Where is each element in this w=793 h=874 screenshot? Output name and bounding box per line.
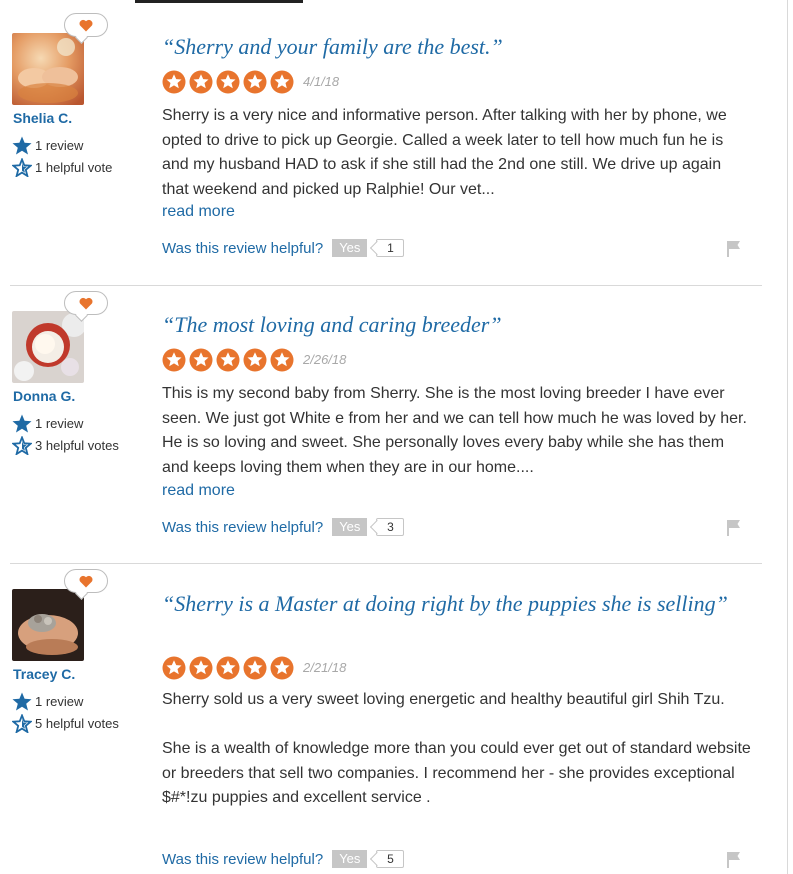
star-outline-icon xyxy=(12,158,32,177)
star-icon xyxy=(12,692,32,711)
review-count: 1 review xyxy=(12,414,83,433)
rating-star-icon xyxy=(216,70,240,99)
helpful-prompt: Was this review helpful? xyxy=(162,850,324,868)
helpful-row: Was this review helpful? Yes 5 xyxy=(162,850,405,868)
helpful-vote-label: 5 helpful votes xyxy=(35,716,119,731)
scroll-edge xyxy=(787,0,788,874)
review-card: Donna G. 1 review 3 helpful votes “The m… xyxy=(10,286,762,564)
review-card: Shelia C. 1 review 1 helpful vote “Sherr… xyxy=(10,0,762,286)
heart-icon xyxy=(79,297,93,309)
review-count-label: 1 review xyxy=(35,416,84,431)
avatar-container[interactable] xyxy=(12,13,108,105)
star-icon xyxy=(12,136,32,155)
review-paragraph: Sherry sold us a very sweet loving energ… xyxy=(162,691,725,708)
rating-star-icon xyxy=(270,70,294,99)
review-paragraph: Sherry is a very nice and informative pe… xyxy=(162,107,727,198)
review-date: 2/26/18 xyxy=(303,352,347,367)
star-outline-icon xyxy=(12,436,32,455)
helpful-vote-count: 1 helpful vote xyxy=(12,158,112,177)
flag-icon[interactable] xyxy=(726,519,743,541)
helpful-count: 1 xyxy=(376,239,405,257)
helpful-vote-label: 1 helpful vote xyxy=(35,160,113,175)
review-title[interactable]: “Sherry and your family are the best.” xyxy=(162,32,752,61)
avatar[interactable] xyxy=(12,589,84,661)
reviewer-name[interactable]: Tracey C. xyxy=(13,666,75,682)
review-card: Tracey C. 1 review 5 helpful votes “Sher… xyxy=(10,564,762,874)
rating-star-icon xyxy=(270,656,294,685)
rating-star-icon xyxy=(189,70,213,99)
helpful-count: 5 xyxy=(376,850,405,868)
heart-icon xyxy=(79,575,93,587)
avatar[interactable] xyxy=(12,311,84,383)
read-more-link[interactable]: read more xyxy=(162,482,235,500)
helpful-prompt: Was this review helpful? xyxy=(162,239,324,257)
rating-star-icon xyxy=(243,656,267,685)
rating-star-icon xyxy=(270,348,294,377)
rating-star-icon xyxy=(162,656,186,685)
review-title[interactable]: “The most loving and caring breeder” xyxy=(162,310,752,339)
helpful-count-value: 1 xyxy=(387,241,394,255)
avatar[interactable] xyxy=(12,33,84,105)
helpful-vote-count: 5 helpful votes xyxy=(12,714,119,733)
star-rating xyxy=(162,348,294,377)
avatar-container[interactable] xyxy=(12,291,108,383)
rating-star-icon xyxy=(162,348,186,377)
star-icon xyxy=(12,414,32,433)
rating-star-icon xyxy=(216,348,240,377)
star-rating xyxy=(162,656,294,685)
review-paragraph: This is my second baby from Sherry. She … xyxy=(162,385,747,476)
reviewer-name[interactable]: Donna G. xyxy=(13,388,75,404)
review-count-label: 1 review xyxy=(35,694,84,709)
yes-button[interactable]: Yes xyxy=(332,518,368,536)
helpful-count-value: 3 xyxy=(387,520,394,534)
review-paragraph: She is a wealth of knowledge more than y… xyxy=(162,740,751,806)
review-count: 1 review xyxy=(12,136,83,155)
helpful-vote-count: 3 helpful votes xyxy=(12,436,119,455)
yes-button[interactable]: Yes xyxy=(332,239,368,257)
star-rating xyxy=(162,70,294,99)
review-body: This is my second baby from Sherry. She … xyxy=(162,382,752,480)
rating-star-icon xyxy=(189,348,213,377)
compliment-bubble[interactable] xyxy=(64,569,108,593)
compliment-bubble[interactable] xyxy=(64,291,108,315)
rating-star-icon xyxy=(162,70,186,99)
rating-star-icon xyxy=(216,656,240,685)
review-date: 2/21/18 xyxy=(303,660,347,675)
compliment-bubble[interactable] xyxy=(64,13,108,37)
rating-star-icon xyxy=(189,656,213,685)
helpful-row: Was this review helpful? Yes 3 xyxy=(162,518,405,536)
review-title[interactable]: “Sherry is a Master at doing right by th… xyxy=(162,589,752,618)
helpful-count-value: 5 xyxy=(387,852,394,866)
review-body: Sherry sold us a very sweet loving energ… xyxy=(162,688,752,811)
flag-icon[interactable] xyxy=(726,240,743,262)
reviewer-name[interactable]: Shelia C. xyxy=(13,110,72,126)
avatar-container[interactable] xyxy=(12,569,108,661)
review-count-label: 1 review xyxy=(35,138,84,153)
rating-star-icon xyxy=(243,70,267,99)
helpful-vote-label: 3 helpful votes xyxy=(35,438,119,453)
star-outline-icon xyxy=(12,714,32,733)
helpful-row: Was this review helpful? Yes 1 xyxy=(162,239,405,257)
review-date: 4/1/18 xyxy=(303,74,340,89)
rating-star-icon xyxy=(243,348,267,377)
flag-icon[interactable] xyxy=(726,851,743,873)
helpful-prompt: Was this review helpful? xyxy=(162,518,324,536)
read-more-link[interactable]: read more xyxy=(162,203,235,221)
review-body: Sherry is a very nice and informative pe… xyxy=(162,104,752,202)
helpful-count: 3 xyxy=(376,518,405,536)
heart-icon xyxy=(79,19,93,31)
yes-button[interactable]: Yes xyxy=(332,850,368,868)
review-count: 1 review xyxy=(12,692,83,711)
